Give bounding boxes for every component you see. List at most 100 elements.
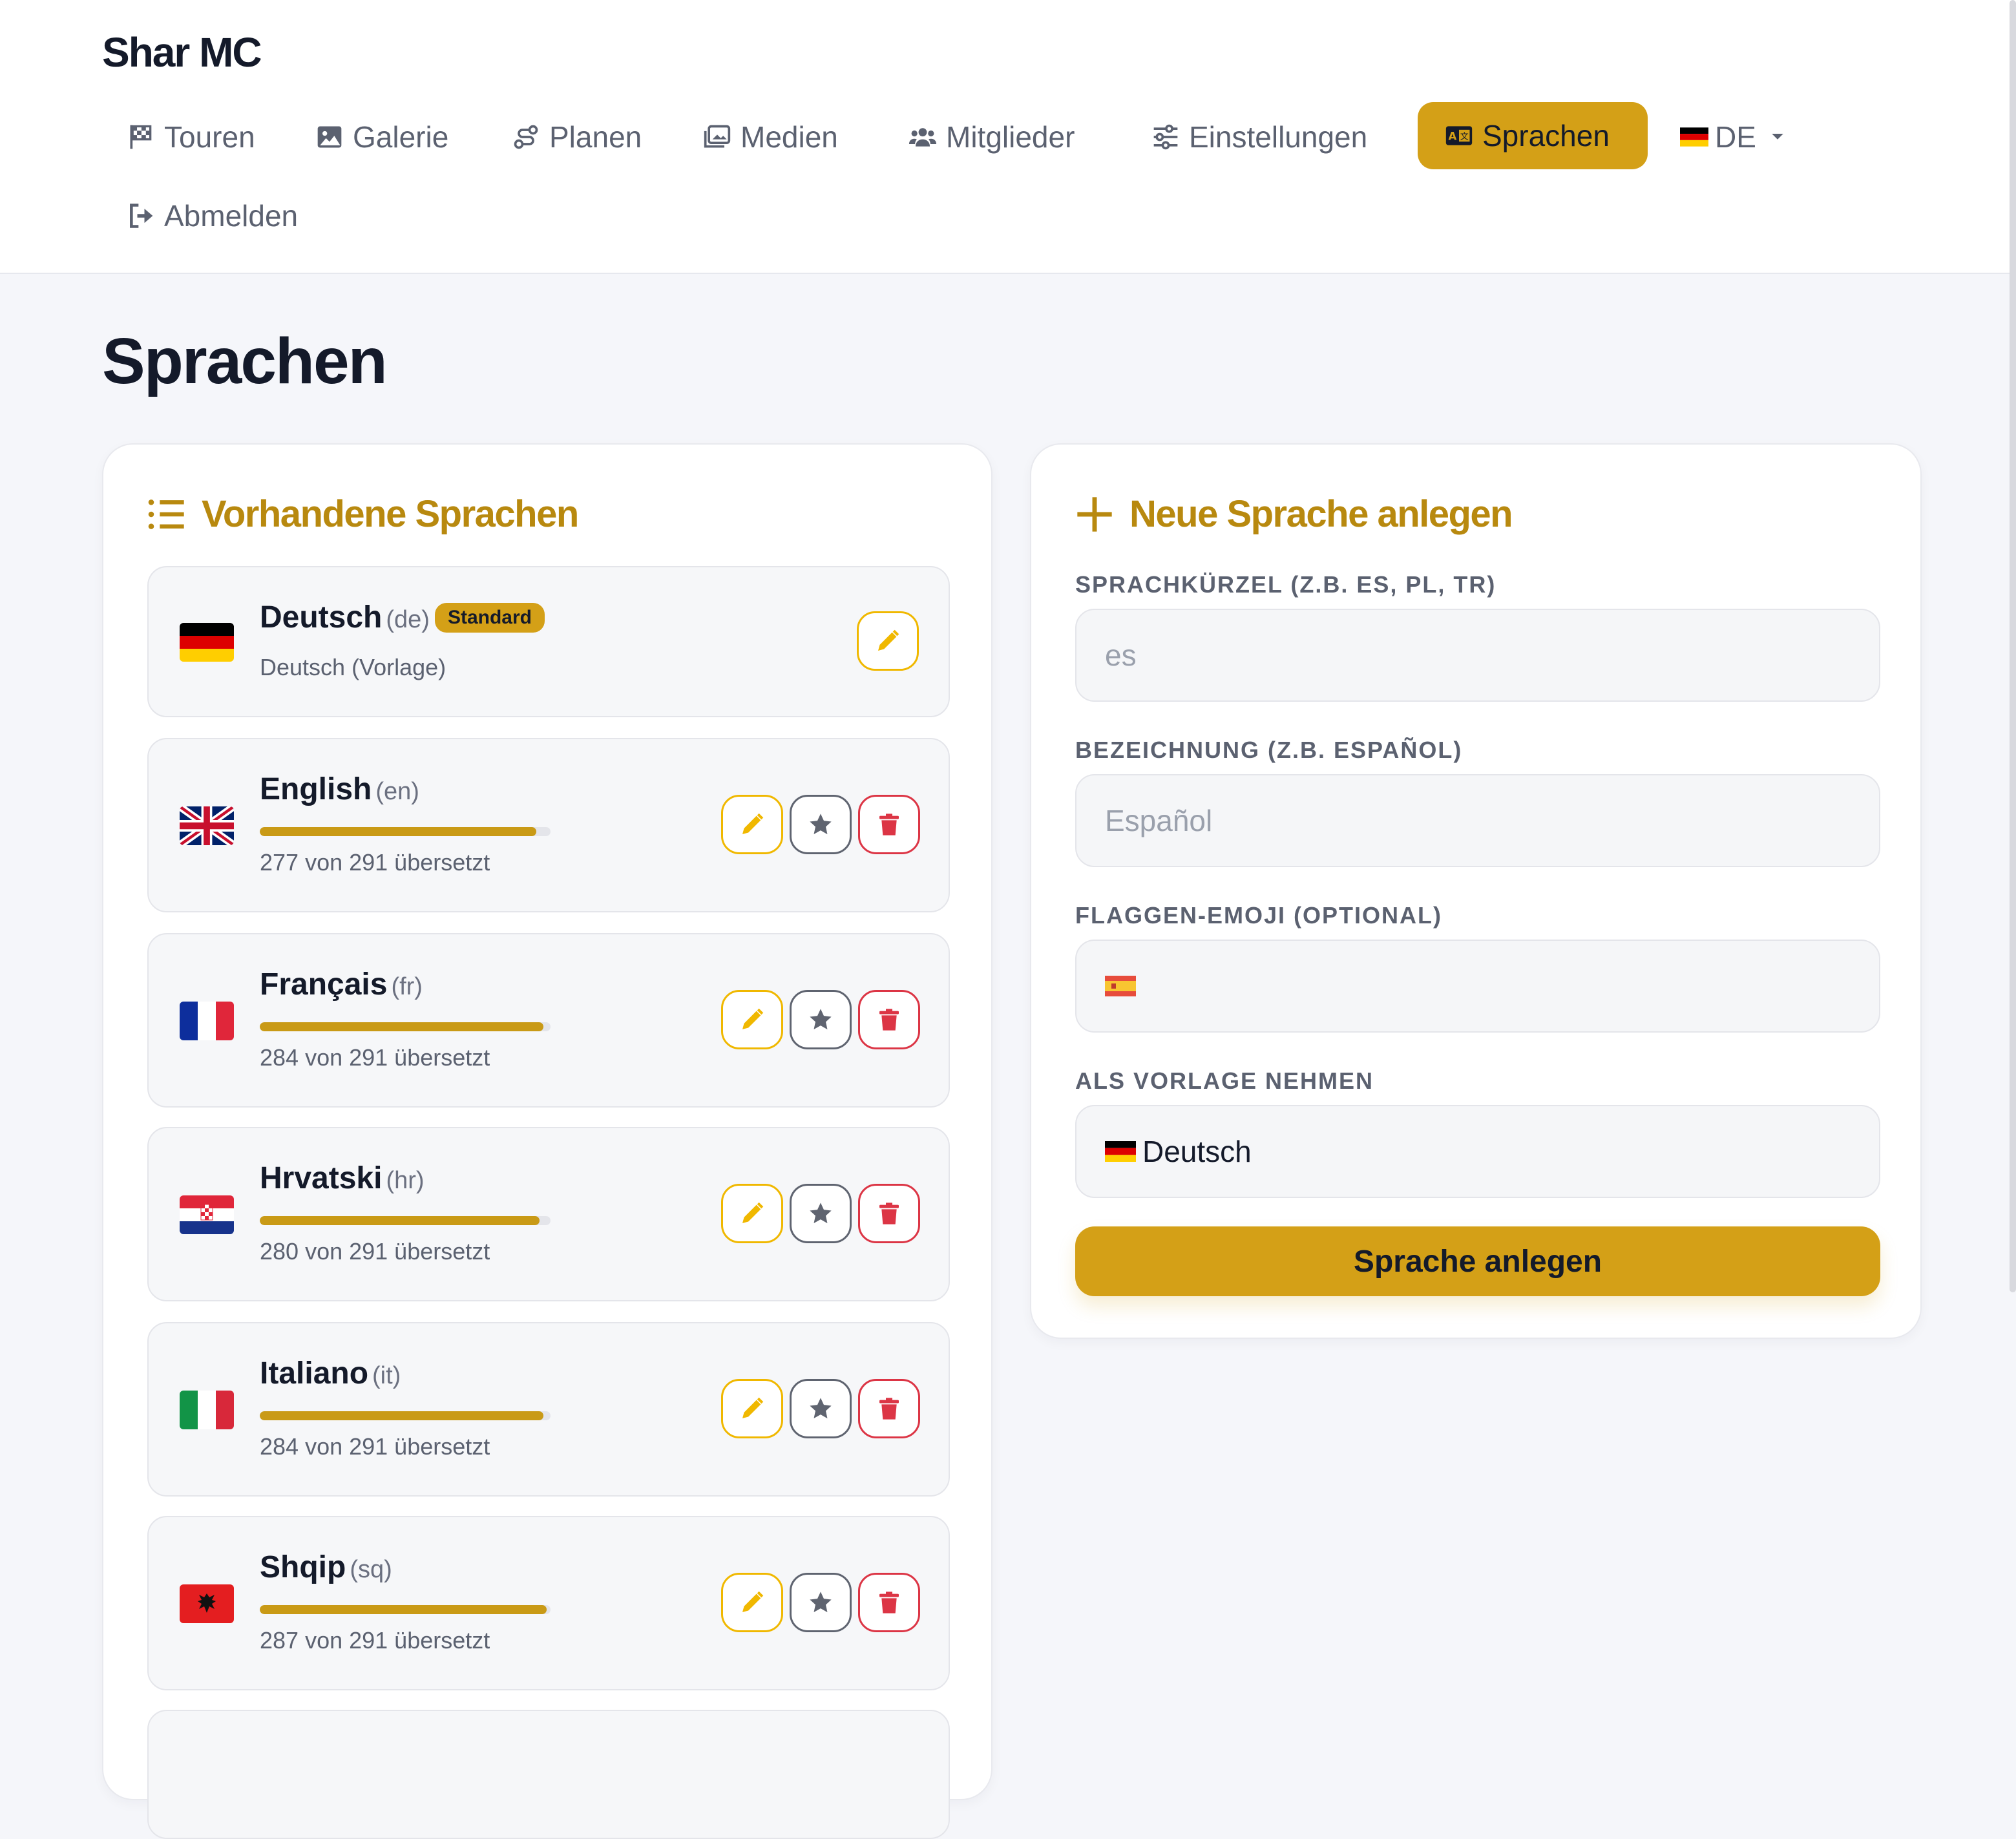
users-icon: [908, 128, 937, 147]
language-subtitle: 287 von 291 übersetzt: [260, 1627, 490, 1654]
language-code: (it): [372, 1362, 401, 1389]
set-default-button[interactable]: [790, 990, 852, 1049]
edit-button[interactable]: [721, 795, 783, 854]
language-subtitle: 284 von 291 übersetzt: [260, 1044, 490, 1071]
translation-progress-bar: [260, 1216, 551, 1225]
star-icon: [810, 814, 832, 835]
language-dropdown-label: DE: [1715, 120, 1756, 154]
language-subtitle: Deutsch (Vorlage): [260, 654, 446, 680]
pencil-icon: [742, 1202, 764, 1223]
image-icon: [317, 126, 342, 148]
template-select[interactable]: Deutsch: [1075, 1105, 1880, 1198]
edit-button[interactable]: [721, 1184, 783, 1243]
language-subtitle: 277 von 291 übersetzt: [260, 849, 490, 876]
delete-button[interactable]: [858, 795, 920, 854]
set-default-button[interactable]: [790, 1184, 852, 1243]
trash-icon: [879, 1592, 899, 1613]
flag-emoji-label: FLAGGEN-EMOJI (OPTIONAL): [1075, 902, 1442, 929]
delete-button[interactable]: [858, 1379, 920, 1438]
existing-languages-title-text: Vorhandene Sprachen: [202, 493, 579, 535]
existing-languages-title: Vorhandene Sprachen: [146, 492, 579, 536]
new-language-title-text: Neue Sprache anlegen: [1129, 493, 1513, 535]
pencil-icon: [742, 1397, 764, 1418]
edit-button[interactable]: [721, 1573, 783, 1632]
brand-logo[interactable]: Shar MC: [102, 28, 262, 76]
language-item-en: English (en) 277 von 291 übersetzt: [147, 738, 950, 912]
delete-button[interactable]: [858, 1184, 920, 1243]
route-icon: [514, 125, 538, 149]
set-default-button[interactable]: [790, 795, 852, 854]
nav-abmelden-label: Abmelden: [164, 199, 299, 233]
flag-de-icon: [1105, 1141, 1136, 1162]
nav-galerie[interactable]: Galerie: [288, 103, 476, 171]
nav-galerie-label: Galerie: [353, 120, 449, 154]
trash-icon: [879, 814, 899, 835]
trash-icon: [879, 1398, 899, 1420]
page-title: Sprachen: [102, 325, 388, 397]
star-icon: [810, 1203, 832, 1224]
delete-button[interactable]: [858, 990, 920, 1049]
delete-button[interactable]: [858, 1573, 920, 1632]
page-scrollbar[interactable]: [2010, 0, 2016, 1292]
nav-touren[interactable]: Touren: [100, 103, 282, 171]
star-icon: [810, 1009, 832, 1030]
nav-medien-label: Medien: [740, 120, 838, 154]
flag-es-icon: [1105, 976, 1136, 996]
star-icon: [810, 1398, 832, 1419]
language-subtitle: 280 von 291 übersetzt: [260, 1238, 490, 1265]
language-icon: A文: [1445, 126, 1473, 145]
name-input[interactable]: Español: [1075, 774, 1880, 867]
edit-button[interactable]: [721, 990, 783, 1049]
flag-de-icon: [1680, 127, 1708, 147]
top-navbar: Shar MC Touren Galerie Planen Medien Mit…: [0, 0, 2016, 274]
flag-gb-icon: [180, 806, 234, 845]
svg-text:文: 文: [1460, 132, 1469, 142]
language-dropdown[interactable]: DE: [1653, 103, 1814, 171]
language-item-sq: Shqip (sq) 287 von 291 übersetzt: [147, 1516, 950, 1690]
trash-icon: [879, 1009, 899, 1031]
pencil-icon: [742, 813, 764, 834]
new-language-title: Neue Sprache anlegen: [1074, 492, 1513, 536]
language-name: Italiano (it): [260, 1356, 401, 1391]
pencil-icon: [742, 1008, 764, 1029]
set-default-button[interactable]: [790, 1573, 852, 1632]
edit-button[interactable]: [857, 611, 919, 671]
language-item-it: Italiano (it) 284 von 291 übersetzt: [147, 1322, 950, 1497]
language-code: (sq): [350, 1556, 392, 1583]
nav-touren-label: Touren: [164, 120, 255, 154]
flag-emoji-input[interactable]: [1075, 940, 1880, 1033]
pencil-icon: [878, 629, 899, 651]
code-input[interactable]: es: [1075, 609, 1880, 702]
nav-abmelden[interactable]: Abmelden: [100, 182, 325, 249]
nav-mitglieder-label: Mitglieder: [946, 120, 1075, 154]
translation-progress-bar: [260, 1605, 551, 1614]
sign-out-icon: [130, 204, 153, 228]
nav-sprachen-label: Sprachen: [1482, 119, 1610, 152]
nav-planen[interactable]: Planen: [485, 103, 669, 171]
sliders-icon: [1153, 124, 1178, 150]
language-name: English (en): [260, 772, 419, 806]
translation-progress-bar: [260, 1022, 551, 1031]
nav-sprachen[interactable]: A文 Sprachen: [1418, 102, 1648, 169]
flag-fr-icon: [180, 1002, 234, 1040]
nav-medien[interactable]: Medien: [676, 103, 865, 171]
language-name: Shqip (sq): [260, 1550, 392, 1584]
edit-button[interactable]: [721, 1379, 783, 1438]
nav-mitglieder[interactable]: Mitglieder: [881, 103, 1102, 171]
template-label: ALS VORLAGE NEHMEN: [1075, 1067, 1374, 1094]
create-language-button[interactable]: Sprache anlegen: [1075, 1226, 1880, 1296]
existing-languages-card: Vorhandene Sprachen Deutsch (de) Standard …: [102, 443, 992, 1839]
language-code: (en): [375, 778, 419, 805]
name-input-placeholder: Español: [1105, 804, 1213, 837]
nav-einstellungen[interactable]: Einstellungen: [1124, 103, 1394, 171]
list-icon: [148, 499, 184, 529]
language-item-de: Deutsch (de) Standard Deutsch (Vorlage): [147, 566, 950, 717]
svg-text:A: A: [1449, 130, 1457, 142]
caret-down-icon: [1772, 134, 1783, 140]
new-language-card: Neue Sprache anlegen SPRACHKÜRZEL (Z.B. …: [1030, 443, 1922, 1339]
language-subtitle: 284 von 291 übersetzt: [260, 1433, 490, 1460]
nav-planen-label: Planen: [549, 120, 642, 154]
set-default-button[interactable]: [790, 1379, 852, 1438]
language-name: Français (fr): [260, 967, 423, 1002]
language-item-hr: Hrvatski (hr) 280 von 291 übersetzt: [147, 1127, 950, 1301]
